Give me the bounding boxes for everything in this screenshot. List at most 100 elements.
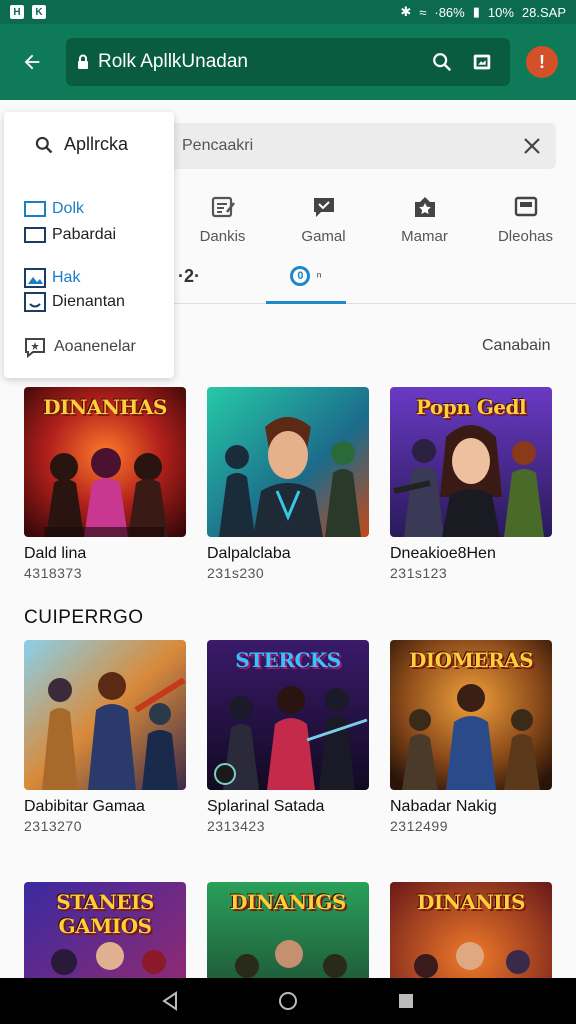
tab-category-1[interactable]: Dankis (172, 190, 273, 260)
game-logo: DINANHAS (43, 395, 167, 419)
dropdown-footer-label: Aoanenelar (54, 338, 136, 355)
tab-label: Gamal (301, 228, 346, 245)
url-text: Rolk ApllkUnadan (98, 51, 248, 72)
game-count: 231s123 (390, 565, 448, 581)
tab-category-2[interactable]: Gamal (273, 190, 374, 260)
clear-button[interactable] (520, 134, 544, 158)
checkbox-icon (24, 227, 46, 243)
game-title: Splarinal Satada (207, 798, 325, 815)
search-field[interactable] (142, 123, 556, 169)
game-title: Dabibitar Gamaa (24, 798, 145, 815)
dropdown-item[interactable]: Dienantan (24, 292, 125, 312)
dropdown-footer[interactable]: Aoanenelar (24, 336, 136, 358)
category-tabs: Dankis Gamal Mamar Dleohas (172, 190, 576, 260)
bluetooth-icon: ✱ (400, 4, 412, 19)
url-bar[interactable]: Rolk ApllkUnadan (66, 38, 510, 86)
game-logo: DIOMERAS (408, 648, 534, 672)
window-icon (514, 196, 537, 217)
game-title: Dald lina (24, 545, 87, 562)
star-badge-icon (414, 197, 435, 217)
game-thumbnail: STERCKS (207, 640, 369, 790)
game-count: 2313423 (207, 818, 266, 834)
feedback-icon (25, 338, 45, 358)
tab-label: Mamar (401, 228, 448, 245)
game-card[interactable]: DINANHAS Dald lina 4318373 (24, 387, 186, 581)
sub-tab-first[interactable]: ·2· (178, 266, 200, 287)
nav-home-button[interactable] (274, 987, 302, 1015)
nav-recents-button[interactable] (392, 987, 420, 1015)
game-count: 2313270 (24, 818, 83, 834)
dropdown-header[interactable]: Apllrcka (34, 134, 128, 155)
sub-tab-label: ⁿ (316, 268, 322, 284)
emoji-icon (24, 292, 46, 312)
tab-category-4[interactable]: Dleohas (475, 190, 576, 260)
dropdown-header-label: Apllrcka (64, 134, 129, 154)
battery-icon: ▮ (472, 4, 480, 19)
game-title: Nabadar Nakig (390, 798, 497, 815)
status-bar: H K ✱ ≈ ·86% ▮ 10% 28.SAP (0, 0, 576, 24)
notification-icon: H (10, 5, 24, 19)
count-badge: 0 (290, 266, 311, 286)
dropdown-item-label: Dolk (52, 200, 85, 217)
game-title: Dneakioe8Hen (390, 545, 496, 562)
battery-text: 10% (487, 4, 514, 20)
chat-icon (313, 198, 334, 217)
game-logo: DINANIGS (230, 890, 346, 914)
alert-icon[interactable]: ! (526, 46, 558, 78)
game-logo: STANEIS GAMIOS (56, 890, 154, 938)
dropdown-item-label: Pabardai (52, 226, 117, 243)
square-recents-icon (399, 994, 413, 1008)
game-thumbnail (207, 387, 369, 537)
circle-home-icon (279, 992, 297, 1010)
game-thumbnail: DIOMERAS (390, 640, 552, 790)
game-card[interactable]: Dalpalclaba 231s230 (207, 387, 369, 581)
dropdown-item[interactable]: Dolk (24, 200, 84, 218)
tab-label: Dankis (199, 228, 246, 245)
game-thumbnail: DINANHAS (24, 387, 186, 537)
tab-label: Dleohas (497, 228, 554, 245)
search-icon (35, 136, 53, 153)
checkbox-icon (24, 201, 46, 217)
status-left-icons: H K (10, 5, 46, 19)
dropdown-item[interactable]: Pabardai (24, 226, 116, 244)
game-count: 2312499 (390, 818, 449, 834)
search-input[interactable] (182, 137, 520, 155)
game-card[interactable]: DIOMERAS Nabadar Nakig 2312499 (390, 640, 552, 834)
game-count: 4318373 (24, 565, 83, 581)
back-button[interactable] (12, 42, 52, 82)
game-thumbnail (24, 640, 186, 790)
game-title: Dalpalclaba (207, 545, 291, 562)
article-icon (211, 196, 235, 218)
signal-text: ·86% (434, 4, 465, 20)
game-card[interactable]: Popn Gedl Dneakioe8Hen 231s123 (390, 387, 552, 581)
clock: 28.SAP (521, 4, 566, 20)
tab-category-3[interactable]: Mamar (374, 190, 475, 260)
sub-tabs: ·2· 0 ⁿ (172, 262, 576, 304)
image-icon (24, 268, 46, 288)
nav-back-button[interactable] (156, 987, 184, 1015)
search-button[interactable] (424, 44, 460, 80)
game-thumbnail: Popn Gedl (390, 387, 552, 537)
lock-icon (76, 54, 90, 70)
game-logo: STERCKS (235, 648, 341, 672)
see-all-link[interactable]: Canabain (482, 337, 551, 355)
sub-tab-active[interactable]: 0 ⁿ (266, 262, 346, 304)
close-icon (524, 138, 540, 154)
system-nav-bar (0, 978, 576, 1024)
game-count: 231s230 (207, 565, 265, 581)
game-logo: DINANIIS (417, 890, 525, 914)
section-title: CUIPERRGO (24, 607, 144, 628)
triangle-back-icon (162, 991, 177, 1011)
game-card[interactable]: Dabibitar Gamaa 2313270 (24, 640, 186, 834)
search-icon (433, 53, 452, 72)
dropdown-item[interactable]: Hak (24, 268, 80, 288)
app-bar: Rolk ApllkUnadan ! (0, 24, 576, 100)
dropdown-item-label: Hak (52, 269, 81, 286)
tabs-button[interactable] (464, 44, 500, 80)
dropdown-item-label: Dienantan (52, 293, 125, 310)
status-right: ✱ ≈ ·86% ▮ 10% 28.SAP (400, 4, 566, 20)
notification-icon: K (32, 5, 46, 19)
filter-dropdown: Apllrcka Dolk Pabardai Hak Dienantan Aoa… (4, 112, 174, 378)
tabs-icon (473, 54, 491, 70)
game-card[interactable]: STERCKS Splarinal Satada 2313423 (207, 640, 369, 834)
